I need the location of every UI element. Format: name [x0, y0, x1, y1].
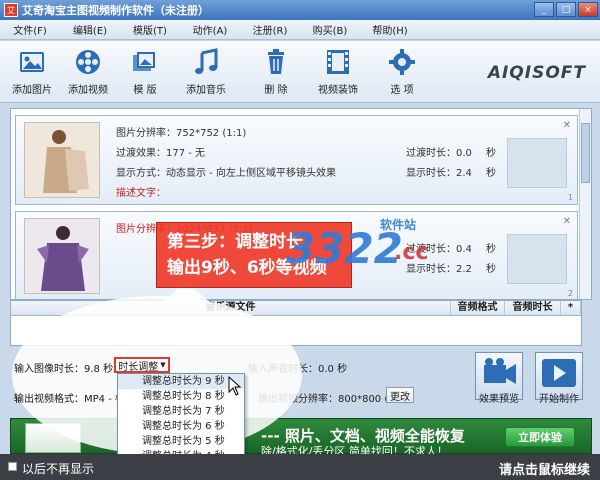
dont-show-label[interactable]: 以后不再显示	[22, 460, 94, 477]
output-format-label-overlay: 输出视频格式：MP4 - 标	[14, 394, 125, 405]
menu-register[interactable]: 注册(R)	[240, 22, 300, 37]
music-note-icon	[195, 48, 218, 74]
photo-placeholder-icon	[507, 138, 567, 188]
add-image-label: 添加图片	[12, 85, 52, 96]
item-index: 1	[567, 193, 573, 202]
mouse-cursor-icon	[228, 376, 242, 396]
app-icon: 艾	[4, 3, 18, 17]
display-time: 显示时长：2.4	[406, 168, 472, 179]
duration-dropdown[interactable]: 调整总时长为 9 秒 调整总时长为 8 秒 调整总时长为 7 秒 调整总时长为 …	[117, 373, 245, 467]
dropdown-option[interactable]: 调整总时长为 8 秒	[118, 389, 244, 404]
transition-time-unit: 秒	[486, 244, 496, 255]
video-decoration-button[interactable]: 视频装饰	[308, 47, 368, 96]
transition-time-unit: 秒	[486, 148, 496, 159]
dropdown-option[interactable]: 调整总时长为 6 秒	[118, 419, 244, 434]
maximize-button[interactable]: □	[556, 2, 576, 17]
remove-item-icon[interactable]: ✕	[563, 216, 571, 227]
add-video-label: 添加视频	[68, 85, 108, 96]
camera-icon	[484, 358, 516, 384]
watermark-suffix: .cc	[394, 240, 429, 265]
status-bar: 以后不再显示 请点击鼠标继续	[0, 454, 600, 480]
menu-action[interactable]: 动作(A)	[180, 22, 240, 37]
col-star: *	[561, 301, 581, 315]
dropdown-option[interactable]: 调整总时长为 7 秒	[118, 404, 244, 419]
col-audio-format[interactable]: 音频格式	[451, 301, 505, 315]
duration-adjust-label: 时长调整	[118, 361, 159, 373]
model-photo-icon	[25, 219, 99, 293]
scroll-thumb[interactable]	[581, 123, 590, 183]
transition-time: 过渡时长：0.0	[406, 148, 472, 159]
window-title: 艾奇淘宝主图视频制作软件（未注册）	[22, 4, 209, 17]
toolbar: 添加图片 添加视频 模 版 添加音乐 删 除 视频装饰 选 项 AIQISOFT	[0, 41, 600, 103]
add-image-button[interactable]: 添加图片	[2, 47, 62, 96]
duration-adjust-button[interactable]: 时长调整 ▼	[114, 357, 170, 373]
thumbnail-image	[24, 122, 100, 198]
display-time-unit: 秒	[486, 264, 496, 275]
title-bar: 艾 艾奇淘宝主图视频制作软件（未注册） _ □ ×	[0, 0, 600, 20]
caption-text[interactable]: 描述文字：	[116, 184, 166, 199]
dropdown-option[interactable]: 调整总时长为 9 秒	[118, 374, 244, 389]
site-watermark: 3322 .cc 软件站	[286, 214, 436, 273]
template-button[interactable]: 模 版	[115, 47, 175, 96]
click-to-continue-label[interactable]: 请点击鼠标继续	[499, 459, 590, 478]
delete-button[interactable]: 删 除	[246, 47, 306, 96]
item-index: 2	[567, 289, 573, 298]
photo-placeholder-icon	[507, 234, 567, 284]
window-controls: _ □ ×	[534, 2, 598, 17]
add-music-button[interactable]: 添加音乐	[176, 47, 236, 96]
menu-buy[interactable]: 购买(B)	[300, 22, 360, 37]
image-resolution: 图片分辨率：752*752 (1:1)	[116, 128, 247, 139]
close-button[interactable]: ×	[578, 2, 598, 17]
menu-help[interactable]: 帮助(H)	[360, 22, 420, 37]
trash-icon	[268, 49, 284, 74]
dropdown-option[interactable]: 调整总时长为 5 秒	[118, 434, 244, 449]
video-decoration-label: 视频装饰	[318, 85, 358, 96]
start-label: 开始制作	[539, 394, 579, 405]
menu-bar: 文件(F) 编辑(E) 模版(T) 动作(A) 注册(R) 购买(B) 帮助(H…	[0, 20, 600, 40]
film-reel-icon	[76, 50, 100, 74]
template-icon	[133, 52, 155, 71]
brand-logo: AIQISOFT	[487, 63, 586, 83]
add-video-button[interactable]: 添加视频	[58, 47, 118, 96]
preview-label: 效果预览	[479, 394, 519, 405]
minimize-button[interactable]: _	[534, 2, 554, 17]
delete-label: 删 除	[264, 85, 288, 96]
model-photo-icon	[25, 123, 99, 197]
remove-item-icon[interactable]: ✕	[563, 120, 571, 131]
options-label: 选 项	[390, 85, 414, 96]
display-mode: 显示方式：动态显示 - 向左上侧区域平移镜头效果	[116, 168, 336, 179]
options-button[interactable]: 选 项	[372, 47, 432, 96]
add-music-label: 添加音乐	[186, 85, 226, 96]
menu-edit[interactable]: 编辑(E)	[60, 22, 120, 37]
list-item[interactable]: 图片分辨率：752*752 (1:1) 过渡效果：177 - 无 显示方式：动态…	[15, 115, 578, 205]
play-icon	[542, 359, 576, 387]
dont-show-checkbox[interactable]	[8, 462, 17, 471]
list-scrollbar[interactable]	[579, 109, 591, 299]
menu-file[interactable]: 文件(F)	[0, 22, 60, 37]
gear-icon	[389, 49, 415, 75]
menu-template[interactable]: 模版(T)	[120, 22, 180, 37]
change-resolution-button[interactable]: 更改	[386, 387, 414, 403]
try-now-button[interactable]: 立即体验	[505, 427, 575, 447]
col-audio-duration[interactable]: 音频时长	[505, 301, 561, 315]
film-strip-icon	[327, 50, 349, 74]
image-duration-label-overlay: 输入图像时长：9.8 秒	[14, 364, 114, 375]
chevron-down-icon: ▼	[160, 361, 166, 369]
image-icon	[20, 52, 44, 72]
template-label: 模 版	[133, 85, 157, 96]
display-time-unit: 秒	[486, 168, 496, 179]
watermark-text: 软件站	[380, 218, 417, 232]
transition-effect: 过渡效果：177 - 无	[116, 148, 206, 159]
thumbnail-image	[24, 218, 100, 294]
